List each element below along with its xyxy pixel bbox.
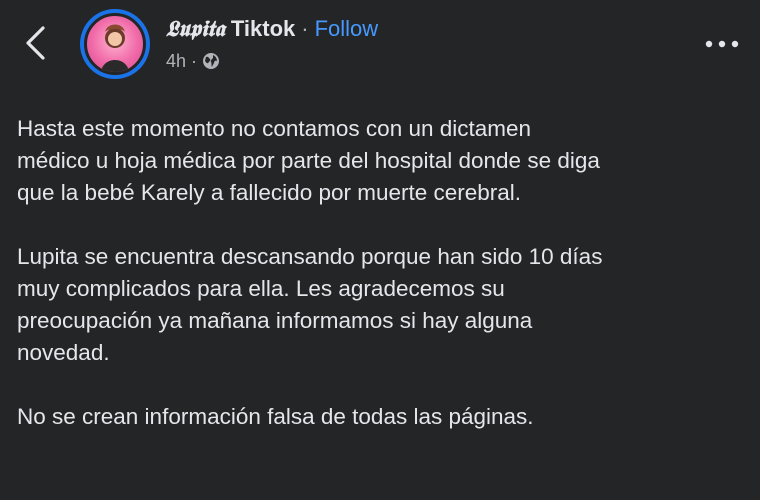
separator-dot: ·	[301, 16, 309, 41]
back-button[interactable]	[18, 22, 52, 64]
post-text: Hasta este momento no contamos con un di…	[17, 113, 747, 465]
post-paragraph: No se crean información falsa de todas l…	[17, 404, 534, 429]
more-options-button[interactable]	[700, 28, 744, 60]
post-meta: 4h ·	[166, 48, 220, 74]
post-header: 𝕷𝖚𝖕𝖎𝖙𝖆 Tiktok · Follow 4h ·	[0, 0, 760, 90]
post-paragraph: Lupita se encuentra descansando porque h…	[17, 244, 603, 365]
page-name-plain: Tiktok	[230, 16, 296, 41]
globe-icon	[203, 53, 220, 69]
avatar[interactable]	[80, 9, 150, 79]
avatar-image	[84, 13, 146, 75]
follow-button[interactable]: Follow	[315, 16, 379, 42]
page-name[interactable]: 𝕷𝖚𝖕𝖎𝖙𝖆 Tiktok	[166, 16, 295, 42]
post-paragraph: Hasta este momento no contamos con un di…	[17, 116, 600, 205]
meta-separator: ·	[191, 50, 198, 71]
page-name-stylized: 𝕷𝖚𝖕𝖎𝖙𝖆	[166, 16, 225, 42]
more-horizontal-icon	[705, 40, 739, 48]
chevron-left-icon	[26, 26, 45, 60]
author-row: 𝕷𝖚𝖕𝖎𝖙𝖆 Tiktok · Follow	[166, 13, 378, 45]
post-timestamp[interactable]: 4h	[166, 51, 186, 72]
